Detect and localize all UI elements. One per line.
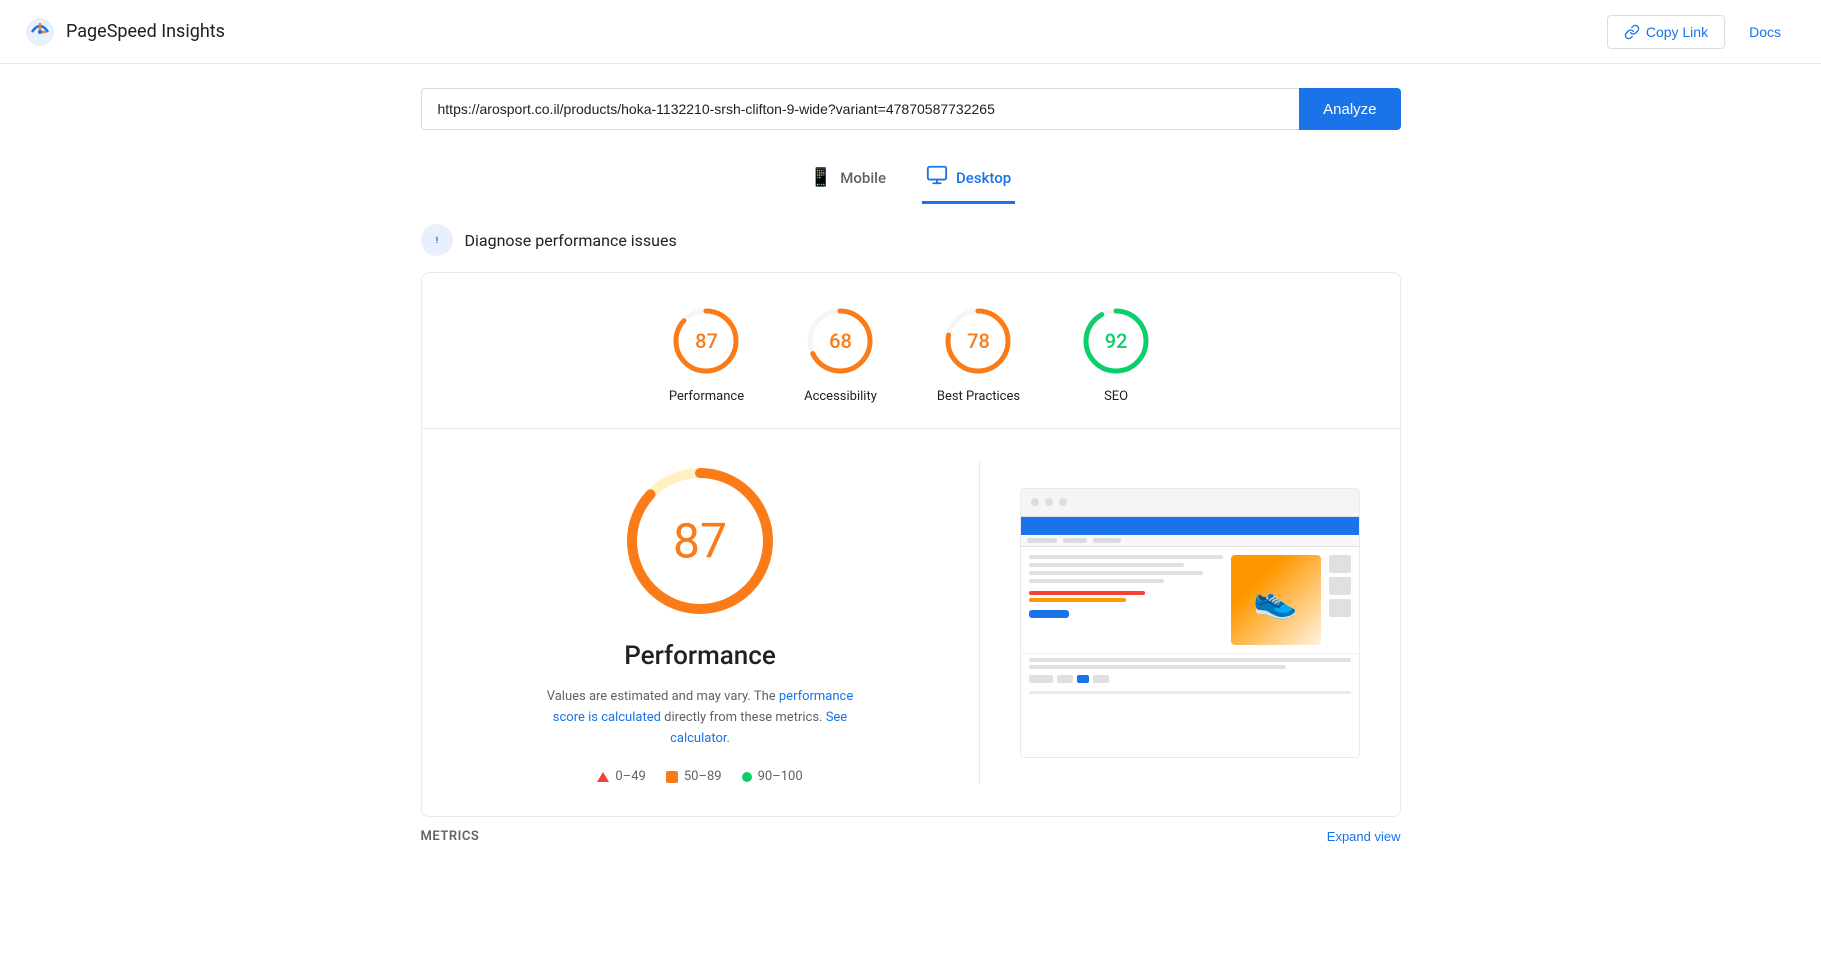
mobile-icon: 📱: [810, 167, 832, 188]
browser-dot-3: [1059, 498, 1067, 506]
detail-section: 87 Performance Values are estimated and …: [422, 429, 1400, 816]
text-line-1: [1029, 555, 1223, 559]
screenshot-text-side: [1029, 555, 1223, 618]
fail-icon: [597, 772, 609, 782]
url-form: Analyze: [421, 88, 1401, 130]
text-line-2: [1029, 563, 1184, 567]
tab-mobile[interactable]: 📱 Mobile: [806, 154, 890, 204]
screenshot-browser-bar: [1021, 489, 1359, 517]
analyze-button[interactable]: Analyze: [1299, 88, 1400, 130]
shoe-image: 👟: [1231, 555, 1321, 645]
screenshot-content: 👟: [1021, 517, 1359, 757]
expand-view-button[interactable]: Expand view: [1327, 829, 1401, 844]
big-performance-score: 87: [673, 513, 727, 570]
mobile-tab-label: Mobile: [840, 169, 886, 187]
detail-right: 👟: [980, 461, 1360, 784]
good-range: 90–100: [758, 769, 803, 784]
screenshot-nav-row: [1021, 535, 1359, 547]
price-line-2: [1029, 598, 1126, 602]
desc-mid: directly from these metrics.: [661, 710, 826, 725]
docs-button[interactable]: Docs: [1733, 16, 1797, 48]
seo-label: SEO: [1104, 389, 1128, 404]
performance-title: Performance: [624, 641, 776, 671]
seo-circle: 92: [1080, 305, 1152, 377]
header: PageSpeed Insights Copy Link Docs: [0, 0, 1821, 64]
header-left: PageSpeed Insights: [24, 16, 225, 48]
metrics-label: METRICS: [421, 829, 480, 844]
app-title: PageSpeed Insights: [66, 21, 225, 42]
screenshot-top-bar: [1021, 517, 1359, 535]
accessibility-label: Accessibility: [804, 389, 877, 404]
best-practices-circle: 78: [942, 305, 1014, 377]
ctrl-2: [1057, 675, 1073, 683]
ctrl-1: [1029, 675, 1053, 683]
desc-plain: Values are estimated and may vary. The: [547, 689, 779, 704]
score-accessibility[interactable]: 68 Accessibility: [804, 305, 877, 404]
desktop-tab-label: Desktop: [956, 169, 1011, 187]
thumbnails: [1329, 555, 1351, 617]
header-right: Copy Link Docs: [1607, 15, 1797, 49]
legend-fail: 0–49: [597, 769, 645, 784]
price-line-1: [1029, 591, 1145, 595]
url-input[interactable]: [421, 88, 1300, 130]
nav-item-2: [1063, 538, 1087, 543]
diagnose-label: Diagnose performance issues: [465, 231, 677, 250]
scores-row: 87 Performance 68 Accessibility: [422, 273, 1400, 429]
legend: 0–49 50–89 90–100: [597, 769, 802, 784]
performance-label: Performance: [669, 389, 744, 404]
browser-dot-1: [1031, 498, 1039, 506]
url-section: Analyze: [0, 64, 1821, 146]
screenshot-container: 👟: [1020, 488, 1360, 758]
performance-circle: 87: [670, 305, 742, 377]
thumb-3: [1329, 599, 1351, 617]
thumb-1: [1329, 555, 1351, 573]
average-range: 50–89: [684, 769, 722, 784]
text-line-3: [1029, 571, 1204, 575]
big-performance-circle: 87: [620, 461, 780, 621]
average-icon: [666, 771, 678, 783]
diagnose-section: Diagnose performance issues: [421, 224, 1401, 256]
main-card: 87 Performance 68 Accessibility: [421, 272, 1401, 817]
accessibility-circle: 68: [804, 305, 876, 377]
ctrl-3: [1077, 675, 1089, 683]
bottom-controls: [1029, 675, 1351, 683]
best-practices-label: Best Practices: [937, 389, 1020, 404]
bottom-bar: METRICS Expand view: [421, 829, 1401, 852]
tab-desktop[interactable]: Desktop: [922, 154, 1015, 204]
fail-range: 0–49: [615, 769, 645, 784]
pagespeed-logo-icon: [24, 16, 56, 48]
footer-line: [1029, 691, 1351, 694]
browser-dot-2: [1045, 498, 1053, 506]
link-icon: [1624, 24, 1640, 40]
detail-left: 87 Performance Values are estimated and …: [462, 461, 980, 784]
good-icon: [742, 772, 752, 782]
score-best-practices[interactable]: 78 Best Practices: [937, 305, 1020, 404]
screenshot-body-row: 👟: [1021, 547, 1359, 653]
text-line-4: [1029, 579, 1165, 583]
desc-end: .: [726, 731, 729, 746]
best-practices-score: 78: [967, 329, 990, 353]
legend-good: 90–100: [742, 769, 803, 784]
score-seo[interactable]: 92 SEO: [1080, 305, 1152, 404]
screenshot-bottom: [1021, 653, 1359, 687]
desktop-icon: [926, 164, 948, 191]
device-tabs: 📱 Mobile Desktop: [0, 146, 1821, 204]
nav-item-3: [1093, 538, 1121, 543]
screenshot-footer: [1021, 687, 1359, 698]
diagnose-icon: [421, 224, 453, 256]
score-performance[interactable]: 87 Performance: [669, 305, 744, 404]
accessibility-score: 68: [829, 329, 852, 353]
thumb-2: [1329, 577, 1351, 595]
copy-link-label: Copy Link: [1646, 24, 1708, 40]
performance-description: Values are estimated and may vary. The p…: [540, 687, 860, 749]
ctrl-4: [1093, 675, 1109, 683]
copy-link-button[interactable]: Copy Link: [1607, 15, 1725, 49]
buy-button: [1029, 610, 1069, 618]
bottom-line-1: [1029, 658, 1351, 662]
legend-average: 50–89: [666, 769, 722, 784]
bottom-line-2: [1029, 665, 1287, 669]
performance-score: 87: [695, 329, 718, 353]
seo-score: 92: [1105, 329, 1128, 353]
nav-item-1: [1027, 538, 1057, 543]
